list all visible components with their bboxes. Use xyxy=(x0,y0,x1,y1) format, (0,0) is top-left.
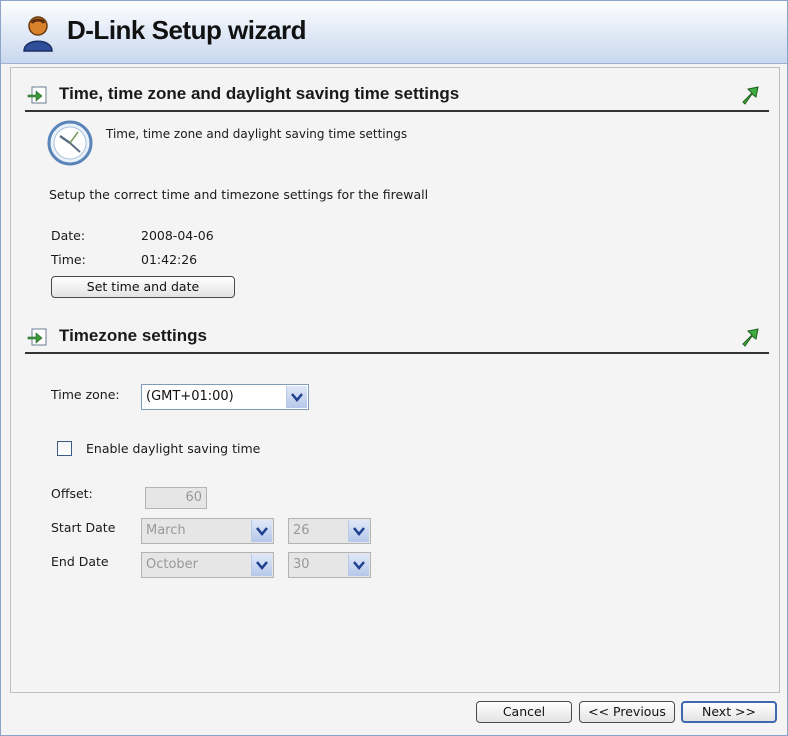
start-month-value: March xyxy=(146,523,186,538)
setup-wizard-window: D-Link Setup wizard Time, time zone and … xyxy=(0,0,788,736)
timezone-section-title: Timezone settings xyxy=(59,326,207,345)
start-day-select[interactable]: 26 xyxy=(288,518,371,544)
wizard-content-panel: Time, time zone and daylight saving time… xyxy=(10,67,780,693)
clock-caption: Time, time zone and daylight saving time… xyxy=(106,127,408,141)
end-month-value: October xyxy=(146,557,199,572)
time-value: 01:42:26 xyxy=(141,252,198,267)
timezone-select[interactable]: (GMT+01:00) xyxy=(141,384,309,410)
start-month-select[interactable]: March xyxy=(141,518,274,544)
clock-icon xyxy=(47,120,93,166)
section-arrow-icon xyxy=(27,86,47,104)
cancel-button[interactable]: Cancel xyxy=(476,701,572,723)
date-label: Date: xyxy=(51,228,86,243)
previous-button[interactable]: << Previous xyxy=(579,701,675,723)
end-day-select[interactable]: 30 xyxy=(288,552,371,578)
offset-label: Offset: xyxy=(51,486,93,501)
dst-checkbox[interactable] xyxy=(57,441,72,456)
timezone-select-value: (GMT+01:00) xyxy=(146,389,234,404)
offset-input[interactable]: 60 xyxy=(145,487,207,509)
time-description: Setup the correct time and timezone sett… xyxy=(49,187,429,202)
section-arrow-icon xyxy=(27,328,47,346)
start-day-value: 26 xyxy=(293,523,310,538)
date-value: 2008-04-06 xyxy=(141,228,214,243)
time-label: Time: xyxy=(51,252,86,267)
chevron-down-icon[interactable] xyxy=(348,520,369,542)
chevron-down-icon[interactable] xyxy=(286,386,307,408)
chevron-down-icon[interactable] xyxy=(348,554,369,576)
window-title: D-Link Setup wizard xyxy=(67,15,306,45)
time-section-header: Time, time zone and daylight saving time… xyxy=(25,82,769,112)
chevron-down-icon[interactable] xyxy=(251,520,272,542)
end-date-label: End Date xyxy=(51,554,109,569)
timezone-section-header: Timezone settings xyxy=(25,324,769,354)
chevron-down-icon[interactable] xyxy=(251,554,272,576)
up-arrow-icon[interactable] xyxy=(739,326,761,348)
dst-checkbox-label: Enable daylight saving time xyxy=(86,441,261,456)
set-time-and-date-button[interactable]: Set time and date xyxy=(51,276,235,298)
time-section-title: Time, time zone and daylight saving time… xyxy=(59,84,460,103)
end-month-select[interactable]: October xyxy=(141,552,274,578)
next-button[interactable]: Next >> xyxy=(681,701,777,723)
timezone-label: Time zone: xyxy=(51,387,120,402)
title-bar: D-Link Setup wizard xyxy=(1,1,787,64)
user-avatar-icon xyxy=(23,16,53,52)
start-date-label: Start Date xyxy=(51,520,116,535)
end-day-value: 30 xyxy=(293,557,310,572)
up-arrow-icon[interactable] xyxy=(739,84,761,106)
